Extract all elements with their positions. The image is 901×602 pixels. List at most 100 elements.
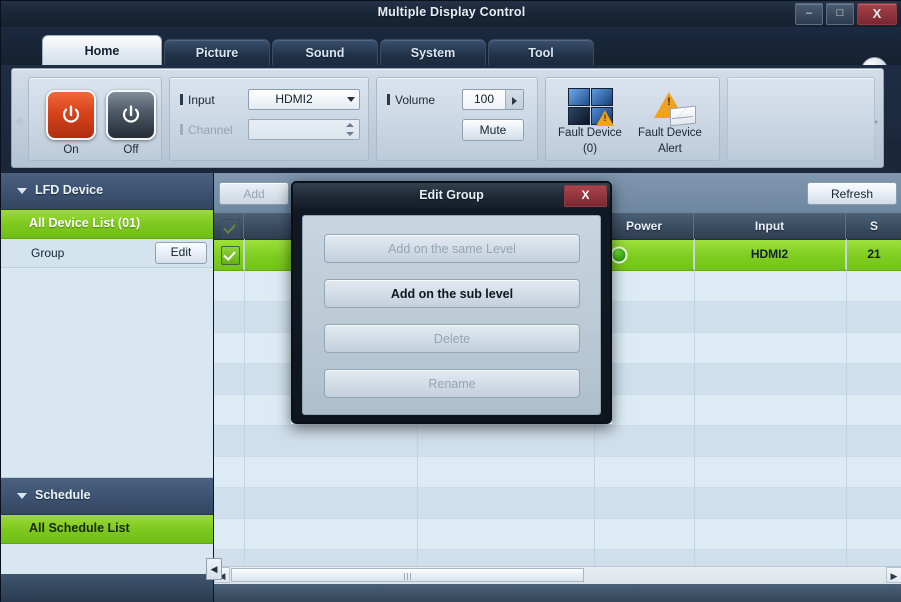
mute-button[interactable]: Mute xyxy=(462,119,524,141)
table-row[interactable] xyxy=(214,519,901,550)
sidebar-lfd-empty-area xyxy=(1,268,213,478)
window-title: Multiple Display Control xyxy=(377,5,526,19)
tab-list: Home Picture Sound System Tool xyxy=(42,35,594,67)
fault-device-button[interactable]: Fault Device (0) xyxy=(550,88,630,156)
volume-group: Volume 100 Mute xyxy=(376,77,538,161)
fault-alert-label-2: Alert xyxy=(658,143,682,155)
tab-home[interactable]: Home xyxy=(42,35,162,67)
chevron-down-icon xyxy=(347,97,355,102)
tab-sound[interactable]: Sound xyxy=(272,39,378,67)
chevron-down-icon xyxy=(17,493,27,499)
sidebar-lfd-header-label: LFD Device xyxy=(35,183,104,197)
fault-alert-icon xyxy=(648,88,696,127)
envelope-icon xyxy=(670,105,696,127)
table-row[interactable] xyxy=(214,488,901,519)
channel-label: Channel xyxy=(180,123,233,137)
fault-device-label-1: Fault Device xyxy=(558,127,622,139)
stepper-down-icon[interactable] xyxy=(346,132,354,136)
power-on-label: On xyxy=(63,144,79,156)
sidebar-section-lfd-device[interactable]: LFD Device xyxy=(1,173,213,210)
sidebar-item-label: Group xyxy=(31,246,65,260)
ribbon-empty-group xyxy=(727,77,875,161)
fault-alert-label-1: Fault Device xyxy=(638,127,702,139)
close-button[interactable]: X xyxy=(857,3,897,25)
select-all-checkbox[interactable] xyxy=(221,219,240,238)
power-off-label: Off xyxy=(123,144,139,156)
edit-group-dialog: Edit Group X Add on the same Level Add o… xyxy=(291,181,612,424)
power-off-button[interactable] xyxy=(106,90,156,140)
input-group: Input HDMI2 Channel xyxy=(169,77,369,161)
row-select-cell[interactable] xyxy=(214,240,244,269)
table-header-select[interactable] xyxy=(214,213,244,239)
ribbon-scroll-left-icon[interactable]: ◀ xyxy=(12,113,24,129)
fault-device-icon xyxy=(568,88,614,126)
row-checkbox[interactable] xyxy=(221,246,240,265)
sidebar: LFD Device All Device List (01) Group Ed… xyxy=(1,173,214,602)
input-select[interactable]: HDMI2 xyxy=(248,89,360,110)
tab-tool[interactable]: Tool xyxy=(488,39,594,67)
sidebar-item-group[interactable]: Group Edit xyxy=(1,239,213,268)
label-marker-icon xyxy=(387,94,390,105)
label-marker-icon xyxy=(180,124,183,135)
volume-value: 100 xyxy=(473,92,495,106)
input-label: Input xyxy=(180,93,215,107)
tab-system[interactable]: System xyxy=(380,39,486,67)
horizontal-scrollbar[interactable]: ◀ ▶ xyxy=(214,566,901,584)
add-same-level-button[interactable]: Add on the same Level xyxy=(324,234,580,263)
sidebar-item-all-schedule-list[interactable]: All Schedule List xyxy=(1,515,213,544)
input-select-value: HDMI2 xyxy=(275,92,313,106)
volume-field[interactable]: 100 xyxy=(462,89,524,110)
dialog-body: Add on the same Level Add on the sub lev… xyxy=(302,215,601,415)
sidebar-section-schedule[interactable]: Schedule xyxy=(1,478,213,515)
delete-group-button[interactable]: Delete xyxy=(324,324,580,353)
ribbon-inner: ◀ ▶ On xyxy=(11,68,884,168)
dialog-title-bar: Edit Group X xyxy=(293,183,610,208)
add-sub-level-button[interactable]: Add on the sub level xyxy=(324,279,580,308)
dialog-title: Edit Group xyxy=(419,188,484,202)
fault-device-count: (0) xyxy=(582,143,598,155)
sidebar-collapse-button[interactable]: ◀ xyxy=(206,558,222,580)
rename-group-button[interactable]: Rename xyxy=(324,369,580,398)
add-button[interactable]: Add xyxy=(219,182,289,205)
power-off-control[interactable]: Off xyxy=(102,90,160,156)
sidebar-item-all-device-list[interactable]: All Device List (01) xyxy=(1,210,213,239)
minimize-button[interactable]: – xyxy=(795,3,823,25)
volume-label: Volume xyxy=(387,93,435,107)
sidebar-item-label: All Schedule List xyxy=(29,521,130,535)
sidebar-item-label: All Device List (01) xyxy=(29,216,141,230)
scrollbar-thumb[interactable] xyxy=(231,568,584,582)
sidebar-footer xyxy=(1,574,213,602)
volume-apply-icon[interactable] xyxy=(505,90,523,109)
power-group: On Off xyxy=(28,77,162,161)
power-on-control[interactable]: On xyxy=(42,90,100,156)
title-bar: Multiple Display Control – □ X xyxy=(1,1,901,28)
scroll-right-icon[interactable]: ▶ xyxy=(886,567,901,583)
maximize-button[interactable]: □ xyxy=(826,3,854,25)
stepper-up-icon[interactable] xyxy=(346,123,354,127)
row-input-cell: HDMI2 xyxy=(694,240,846,269)
row-extra-cell: 21 xyxy=(867,247,881,261)
power-status-icon xyxy=(610,246,628,263)
table-row[interactable] xyxy=(214,426,901,457)
power-icon xyxy=(123,105,139,123)
table-header-input[interactable]: Input xyxy=(694,213,846,239)
sidebar-schedule-header-label: Schedule xyxy=(35,488,91,502)
ribbon-toolbar: ◀ ▶ On xyxy=(1,65,901,173)
fault-group: Fault Device (0) Fault Device Alert xyxy=(545,77,720,161)
table-row[interactable] xyxy=(214,457,901,488)
warning-triangle-icon xyxy=(595,110,614,126)
window-controls: – □ X xyxy=(795,3,897,25)
tab-picture[interactable]: Picture xyxy=(164,39,270,67)
main-footer xyxy=(214,584,901,602)
group-edit-button[interactable]: Edit xyxy=(155,242,207,264)
application-window: Multiple Display Control – □ X Home Pict… xyxy=(0,0,901,602)
channel-stepper[interactable] xyxy=(248,119,360,140)
tab-bar: Home Picture Sound System Tool ? xyxy=(1,27,901,84)
label-marker-icon xyxy=(180,94,183,105)
table-header-s[interactable]: S xyxy=(846,213,901,239)
dialog-close-button[interactable]: X xyxy=(564,185,607,207)
fault-alert-button[interactable]: Fault Device Alert xyxy=(630,88,710,156)
refresh-button[interactable]: Refresh xyxy=(807,182,897,205)
power-on-button[interactable] xyxy=(46,90,96,140)
power-icon xyxy=(63,105,79,123)
